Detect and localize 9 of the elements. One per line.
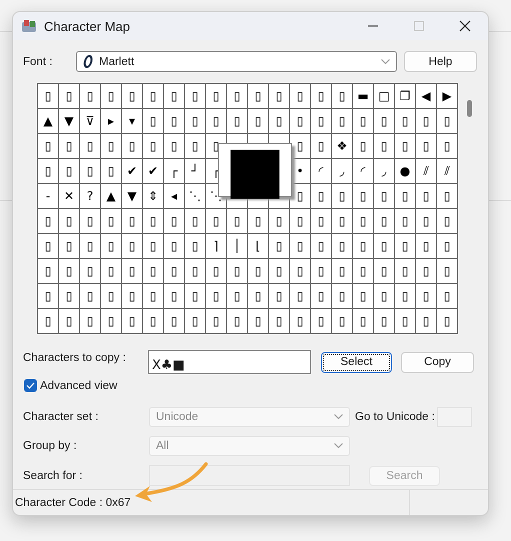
checkbox-label: Advanced view <box>40 380 118 392</box>
character-set-label: Character set : <box>23 411 100 423</box>
go-to-unicode-label: Go to Unicode : <box>355 411 436 423</box>
characters-to-copy-label: Characters to copy : <box>23 352 127 364</box>
group-by-label: Group by : <box>23 440 78 452</box>
character-preview-tooltip: ■ <box>218 143 292 197</box>
font-label: Font : <box>23 56 54 68</box>
search-for-label: Search for : <box>23 470 84 482</box>
window-title: Character Map <box>44 18 131 34</box>
